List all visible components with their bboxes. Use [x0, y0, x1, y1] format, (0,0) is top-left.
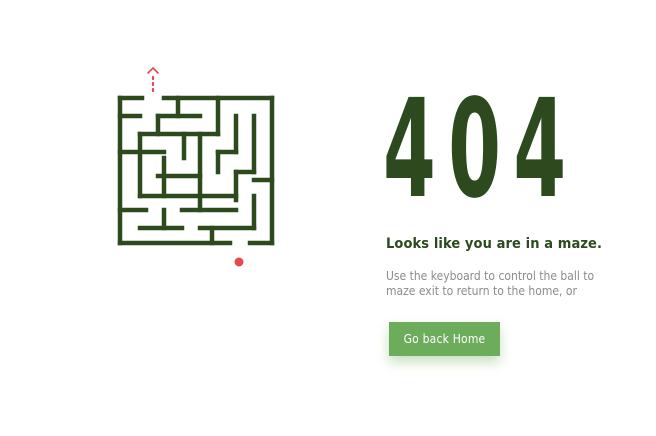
go-back-home-button[interactable]: Go back Home — [389, 322, 500, 356]
maze-game[interactable] — [0, 0, 300, 300]
instructions-text: Use the keyboard to control the ball to … — [386, 269, 595, 298]
maze-walls — [117, 95, 275, 246]
error-code: 404 — [383, 71, 579, 229]
page-heading: Looks like you are in a maze. — [386, 236, 603, 252]
exit-arrow-icon — [147, 66, 159, 93]
maze-board[interactable] — [0, 0, 300, 300]
red-ball-icon[interactable] — [234, 257, 244, 267]
